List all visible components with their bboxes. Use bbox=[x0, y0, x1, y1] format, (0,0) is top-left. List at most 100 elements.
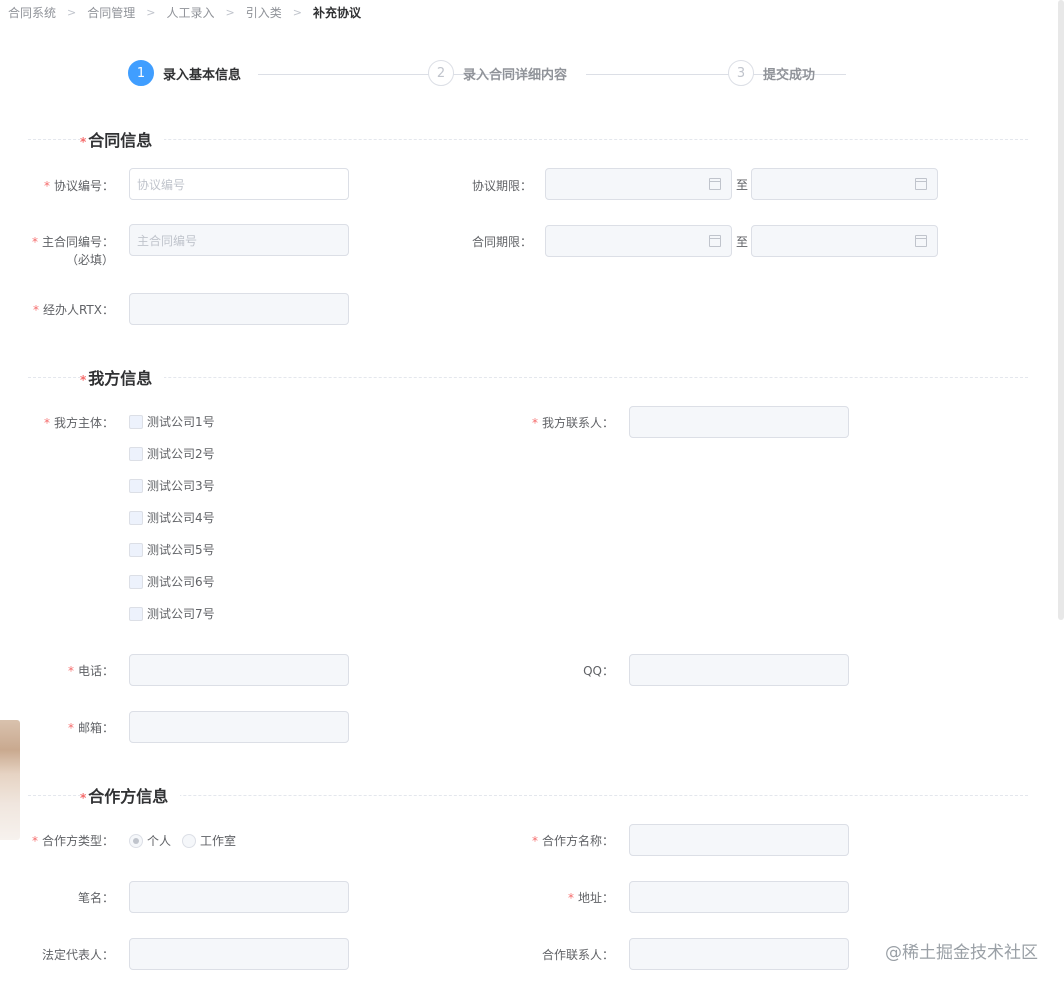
address-label: * 地址： bbox=[568, 889, 614, 906]
partner-type-label: * 合作方类型： bbox=[32, 832, 114, 849]
breadcrumb-item-contract-system[interactable]: 合同系统 bbox=[8, 4, 56, 21]
company-label: 测试公司7号 bbox=[147, 607, 215, 621]
radio-label: 个人 bbox=[147, 834, 172, 848]
required-mark: * bbox=[80, 791, 87, 805]
step-3-title: 提交成功 bbox=[763, 67, 816, 83]
required-mark: * bbox=[32, 303, 39, 317]
radio-label: 工作室 bbox=[200, 834, 237, 848]
step-3: 3 提交成功 bbox=[728, 60, 815, 86]
checkbox-box[interactable] bbox=[129, 446, 143, 461]
agreement-no-label: * 协议编号： bbox=[44, 177, 114, 194]
company-label: 测试公司6号 bbox=[147, 575, 215, 589]
checkbox-box[interactable] bbox=[129, 478, 143, 493]
our-contact-label: * 我方联系人： bbox=[532, 414, 614, 431]
email-input[interactable] bbox=[129, 711, 349, 743]
calendar-icon bbox=[709, 235, 721, 247]
watermark: @稀土掘金技术社区 bbox=[885, 943, 1038, 963]
step-1: 1 录入基本信息 bbox=[128, 60, 241, 86]
breadcrumb-item-manual-entry[interactable]: 人工录入 bbox=[166, 4, 214, 21]
partner-name-label: * 合作方名称： bbox=[532, 832, 614, 849]
section-title-text: 合同信息 bbox=[88, 131, 153, 150]
calendar-icon bbox=[915, 178, 927, 190]
phone-label-text: 电话： bbox=[77, 664, 114, 678]
legal-rep-input[interactable] bbox=[129, 938, 349, 970]
main-contract-no-required-hint: （必填） bbox=[65, 253, 114, 267]
required-mark: * bbox=[80, 135, 87, 149]
checkbox-box[interactable] bbox=[129, 510, 143, 525]
partner-type-radio-studio[interactable]: 工作室 bbox=[182, 832, 236, 849]
company-label: 测试公司5号 bbox=[147, 543, 215, 557]
checkbox-box[interactable] bbox=[129, 542, 143, 557]
step-1-number: 1 bbox=[128, 60, 154, 86]
breadcrumb-separator: > bbox=[67, 5, 77, 19]
partner-name-label-text: 合作方名称： bbox=[541, 834, 614, 848]
legal-rep-label: 法定代表人： bbox=[41, 948, 114, 962]
company-label: 测试公司1号 bbox=[147, 415, 215, 429]
contract-period-label: 合同期限： bbox=[471, 235, 532, 249]
partner-type-label-text: 合作方类型： bbox=[41, 834, 114, 848]
company-checkbox-4[interactable]: 测试公司4号 bbox=[129, 509, 215, 526]
agreement-no-input[interactable]: 协议编号 bbox=[129, 168, 349, 200]
required-mark: * bbox=[31, 235, 38, 249]
pen-name-input[interactable] bbox=[129, 881, 349, 913]
company-checkbox-1[interactable]: 测试公司1号 bbox=[129, 413, 215, 430]
calendar-icon bbox=[915, 235, 927, 247]
qq-input[interactable] bbox=[629, 654, 849, 686]
agreement-period-start-date[interactable] bbox=[545, 168, 732, 200]
breadcrumb-item-contract-management[interactable]: 合同管理 bbox=[87, 4, 135, 21]
phone-label: * 电话： bbox=[68, 662, 114, 679]
partner-contact-input[interactable] bbox=[629, 938, 849, 970]
partner-type-radio-individual[interactable]: 个人 bbox=[129, 832, 171, 849]
step-3-number: 3 bbox=[728, 60, 754, 86]
partner-name-input[interactable] bbox=[629, 824, 849, 856]
section-title-text: 我方信息 bbox=[88, 369, 153, 388]
main-contract-no-placeholder: 主合同编号 bbox=[137, 233, 198, 248]
company-label: 测试公司4号 bbox=[147, 511, 215, 525]
partner-contact-label: 合作联系人： bbox=[541, 948, 614, 962]
step-1-title: 录入基本信息 bbox=[163, 67, 242, 83]
company-checkbox-3[interactable]: 测试公司3号 bbox=[129, 477, 215, 494]
main-contract-no-input[interactable]: 主合同编号 bbox=[129, 224, 349, 256]
phone-input[interactable] bbox=[129, 654, 349, 686]
checkbox-box[interactable] bbox=[129, 574, 143, 589]
checkbox-box[interactable] bbox=[129, 414, 143, 429]
company-label: 测试公司3号 bbox=[147, 479, 215, 493]
date-range-separator: 至 bbox=[736, 178, 749, 192]
radio-button[interactable] bbox=[182, 833, 196, 848]
company-checkbox-5[interactable]: 测试公司5号 bbox=[129, 541, 215, 558]
date-range-separator: 至 bbox=[736, 235, 749, 249]
section-partner-info: * 合作方信息 bbox=[28, 783, 1028, 807]
company-checkbox-7[interactable]: 测试公司7号 bbox=[129, 605, 215, 622]
agreement-no-placeholder: 协议编号 bbox=[137, 177, 186, 192]
required-mark: * bbox=[567, 891, 574, 905]
agreement-no-label-text: 协议编号： bbox=[53, 179, 114, 193]
contract-period-start-date[interactable] bbox=[545, 225, 732, 257]
required-mark: * bbox=[531, 834, 538, 848]
address-label-text: 地址： bbox=[577, 891, 614, 905]
steps-progress: 1 录入基本信息 2 录入合同详细内容 3 提交成功 bbox=[128, 60, 1028, 88]
breadcrumb: 合同系统 > 合同管理 > 人工录入 > 引入类 > 补充协议 bbox=[8, 4, 361, 20]
side-thumbnail bbox=[0, 720, 20, 840]
required-mark: * bbox=[43, 416, 50, 430]
company-checkbox-6[interactable]: 测试公司6号 bbox=[129, 573, 215, 590]
section-divider bbox=[28, 377, 1028, 378]
breadcrumb-item-supplement-agreement: 补充协议 bbox=[312, 5, 361, 20]
agreement-period-end-date[interactable] bbox=[751, 168, 938, 200]
our-subject-label-text: 我方主体： bbox=[53, 416, 114, 430]
breadcrumb-item-import-type[interactable]: 引入类 bbox=[246, 4, 282, 21]
required-mark: * bbox=[31, 834, 38, 848]
checkbox-box[interactable] bbox=[129, 606, 143, 621]
handler-rtx-input[interactable] bbox=[129, 293, 349, 325]
company-checkbox-2[interactable]: 测试公司2号 bbox=[129, 445, 215, 462]
email-label: * 邮箱： bbox=[68, 719, 114, 736]
section-our-info: * 我方信息 bbox=[28, 365, 1028, 389]
address-input[interactable] bbox=[629, 881, 849, 913]
company-label: 测试公司2号 bbox=[147, 447, 215, 461]
required-mark: * bbox=[67, 721, 74, 735]
our-contact-input[interactable] bbox=[629, 406, 849, 438]
calendar-icon bbox=[709, 178, 721, 190]
contract-period-end-date[interactable] bbox=[751, 225, 938, 257]
radio-button[interactable] bbox=[129, 833, 143, 848]
step-2: 2 录入合同详细内容 bbox=[428, 60, 567, 86]
vertical-scrollbar[interactable] bbox=[1058, 0, 1064, 620]
